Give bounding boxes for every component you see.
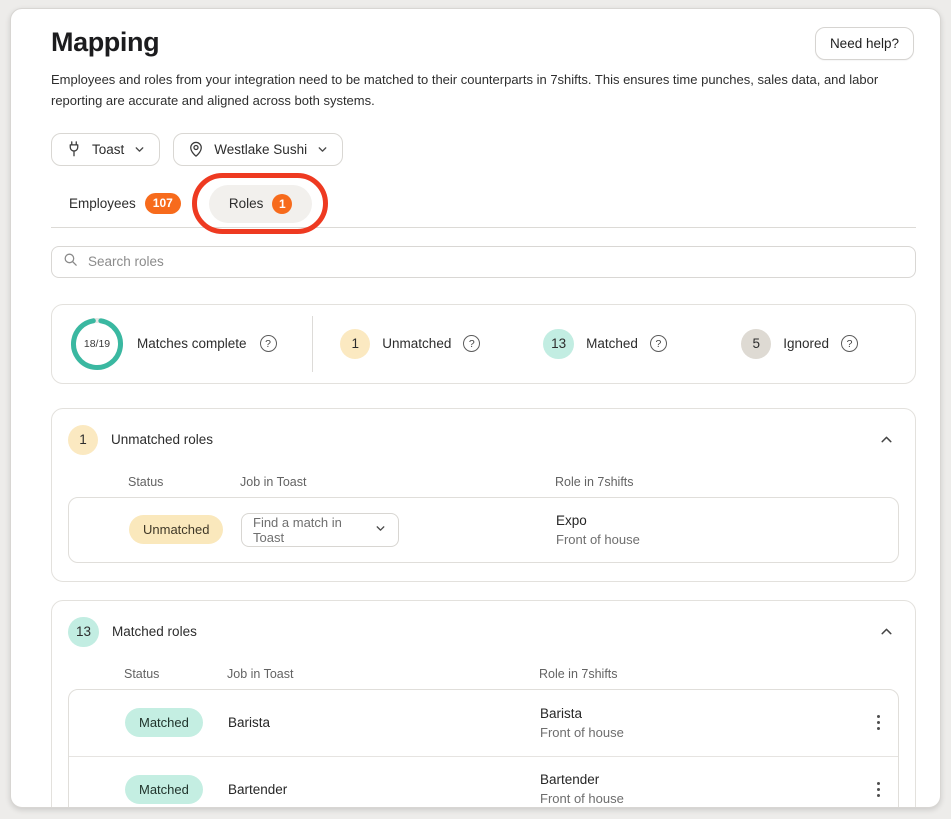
- help-icon[interactable]: ?: [463, 335, 480, 352]
- search-bar: [51, 246, 916, 278]
- column-header-job: Job in Toast: [240, 475, 555, 489]
- role-name: Barista: [540, 706, 858, 721]
- tab-roles[interactable]: Roles 1: [209, 185, 313, 223]
- find-match-select-value: Find a match in Toast: [253, 515, 374, 545]
- table-row: Matched Barista Barista Front of house: [69, 690, 898, 756]
- unmatched-section-title: Unmatched roles: [111, 432, 861, 447]
- unmatched-count-badge: 1: [340, 329, 370, 359]
- status-badge: Matched: [125, 708, 203, 737]
- match-summary-card: 18/19 Matches complete ? 1 Unmatched ? 1…: [51, 304, 916, 384]
- search-input[interactable]: [88, 254, 905, 269]
- unmatched-section-count: 1: [68, 425, 98, 455]
- stat-items: 1 Unmatched ? 13 Matched ? 5 Ignored ?: [313, 329, 897, 359]
- need-help-button[interactable]: Need help?: [815, 27, 914, 60]
- table-row: Matched Bartender Bartender Front of hou…: [69, 756, 898, 808]
- matched-column-headers: Status Job in Toast Role in 7shifts: [68, 667, 899, 681]
- tab-roles-wrapper: Roles 1: [209, 185, 313, 223]
- integration-dropdown[interactable]: Toast: [51, 133, 160, 166]
- role-cell: Barista Front of house: [540, 706, 858, 740]
- matched-table: Matched Barista Barista Front of house M…: [68, 689, 899, 808]
- ignored-stat: 5 Ignored ?: [741, 329, 858, 359]
- column-header-status: Status: [128, 475, 240, 489]
- unmatched-column-headers: Status Job in Toast Role in 7shifts: [68, 475, 899, 489]
- filter-bar: Toast Westlake Sushi: [51, 133, 916, 166]
- role-department: Front of house: [540, 725, 858, 740]
- unmatched-stat-label: Unmatched: [382, 336, 451, 351]
- search-icon: [62, 251, 79, 273]
- page-header: Mapping Need help?: [51, 27, 916, 60]
- employees-count-badge: 107: [145, 193, 181, 213]
- matched-stat-label: Matched: [586, 336, 638, 351]
- matches-complete-stat: 18/19 Matches complete ?: [70, 317, 312, 371]
- chevron-down-icon: [374, 522, 387, 538]
- find-match-select[interactable]: Find a match in Toast: [241, 513, 399, 547]
- collapse-chevron-up-icon[interactable]: [874, 621, 899, 642]
- column-header-role: Role in 7shifts: [539, 667, 859, 681]
- role-name: Bartender: [540, 772, 858, 787]
- location-pin-icon: [187, 140, 205, 158]
- tab-roles-label: Roles: [229, 196, 264, 211]
- ignored-stat-label: Ignored: [783, 336, 829, 351]
- matched-section-header: 13 Matched roles: [68, 617, 899, 647]
- column-header-role: Role in 7shifts: [555, 475, 899, 489]
- tab-bar: Employees 107 Roles 1: [51, 181, 916, 228]
- progress-ring: 18/19: [70, 317, 124, 371]
- help-icon[interactable]: ?: [650, 335, 667, 352]
- role-department: Front of house: [556, 532, 898, 547]
- table-row: Unmatched Find a match in Toast Expo Fro…: [69, 498, 898, 562]
- matches-complete-label: Matches complete: [137, 336, 247, 351]
- collapse-chevron-up-icon[interactable]: [874, 429, 899, 450]
- column-header-job: Job in Toast: [227, 667, 539, 681]
- matched-section-count: 13: [68, 617, 99, 647]
- status-badge: Unmatched: [129, 515, 223, 544]
- job-name: Barista: [228, 715, 540, 730]
- matched-count-badge: 13: [543, 329, 574, 359]
- mapping-page: Mapping Need help? Employees and roles f…: [10, 8, 941, 808]
- unmatched-table: Unmatched Find a match in Toast Expo Fro…: [68, 497, 899, 563]
- kebab-menu-icon[interactable]: [871, 711, 886, 734]
- ignored-count-badge: 5: [741, 329, 771, 359]
- help-icon[interactable]: ?: [260, 335, 277, 352]
- unmatched-section-header: 1 Unmatched roles: [68, 425, 899, 455]
- page-description: Employees and roles from your integratio…: [51, 70, 916, 112]
- chevron-down-icon: [133, 143, 146, 156]
- column-header-status: Status: [124, 667, 227, 681]
- status-badge: Matched: [125, 775, 203, 804]
- unmatched-roles-section: 1 Unmatched roles Status Job in Toast Ro…: [51, 408, 916, 582]
- kebab-menu-icon[interactable]: [871, 778, 886, 801]
- matched-roles-section: 13 Matched roles Status Job in Toast Rol…: [51, 600, 916, 808]
- help-icon[interactable]: ?: [841, 335, 858, 352]
- location-dropdown[interactable]: Westlake Sushi: [173, 133, 343, 166]
- matched-stat: 13 Matched ?: [543, 329, 667, 359]
- roles-count-badge: 1: [272, 194, 292, 214]
- unmatched-stat: 1 Unmatched ?: [340, 329, 480, 359]
- progress-value: 18/19: [70, 317, 124, 371]
- tab-employees[interactable]: Employees 107: [69, 193, 181, 213]
- location-dropdown-label: Westlake Sushi: [214, 142, 307, 157]
- chevron-down-icon: [316, 143, 329, 156]
- tab-employees-label: Employees: [69, 196, 136, 211]
- integration-dropdown-label: Toast: [92, 142, 124, 157]
- role-cell: Bartender Front of house: [540, 772, 858, 806]
- role-name: Expo: [556, 513, 898, 528]
- page-title: Mapping: [51, 27, 159, 58]
- role-cell: Expo Front of house: [556, 513, 898, 547]
- plug-icon: [65, 140, 83, 158]
- job-name: Bartender: [228, 782, 540, 797]
- role-department: Front of house: [540, 791, 858, 806]
- matched-section-title: Matched roles: [112, 624, 861, 639]
